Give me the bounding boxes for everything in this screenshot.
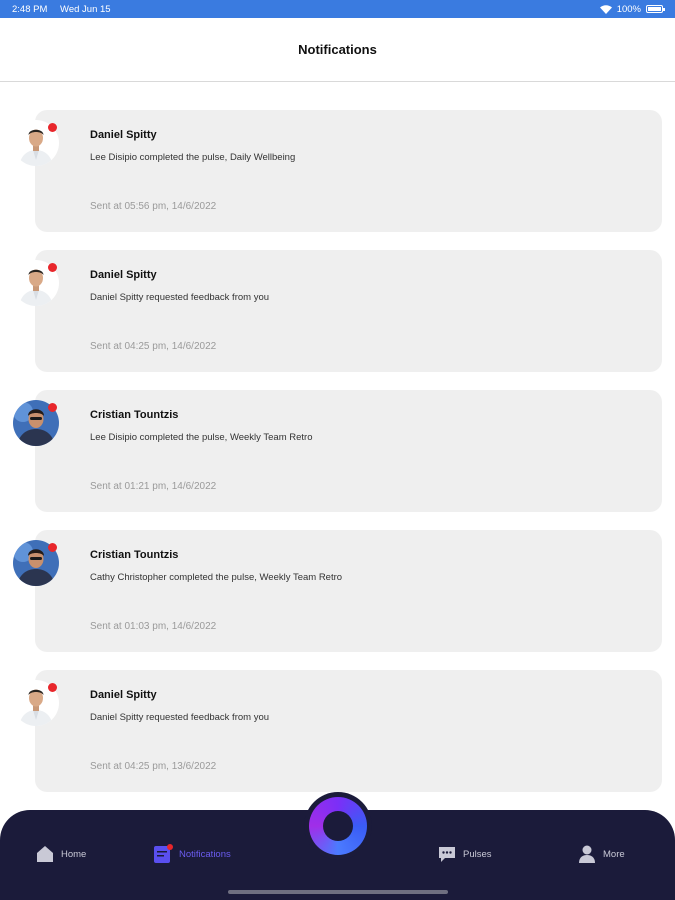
avatar bbox=[13, 540, 59, 586]
wifi-icon bbox=[599, 4, 612, 14]
notification-message: Daniel Spitty requested feedback from yo… bbox=[90, 712, 270, 723]
nav-notifications[interactable]: Notifications bbox=[153, 844, 231, 864]
page-title: Notifications bbox=[298, 42, 377, 57]
unread-dot bbox=[48, 263, 57, 272]
notification-sender: Daniel Spitty bbox=[90, 689, 157, 701]
nav-more-label: More bbox=[603, 848, 625, 860]
notification-item[interactable]: Daniel Spitty Daniel Spitty requested fe… bbox=[0, 250, 675, 372]
home-indicator bbox=[228, 890, 448, 894]
unread-dot bbox=[48, 123, 57, 132]
notification-message: Daniel Spitty requested feedback from yo… bbox=[90, 292, 270, 303]
nav-home-label: Home bbox=[61, 848, 87, 860]
unread-dot bbox=[48, 543, 57, 552]
avatar bbox=[13, 400, 59, 446]
notification-time: Sent at 01:03 pm, 14/6/2022 bbox=[90, 621, 217, 632]
notification-list[interactable]: Daniel Spitty Lee Disipio completed the … bbox=[0, 82, 675, 810]
nav-more[interactable]: More bbox=[577, 844, 625, 864]
notification-message: Lee Disipio completed the pulse, Daily W… bbox=[90, 152, 296, 163]
notification-item[interactable]: Cristian Tountzis Lee Disipio completed … bbox=[0, 390, 675, 512]
notification-sender: Daniel Spitty bbox=[90, 129, 157, 141]
notification-sender: Cristian Tountzis bbox=[90, 409, 179, 421]
nav-pulses[interactable]: Pulses bbox=[437, 844, 492, 864]
notification-icon bbox=[154, 844, 173, 863]
notification-sender: Cristian Tountzis bbox=[90, 549, 179, 561]
battery-icon bbox=[646, 5, 665, 13]
unread-dot bbox=[48, 683, 57, 692]
avatar bbox=[13, 120, 59, 166]
status-time: 2:48 PM bbox=[12, 3, 48, 15]
notification-time: Sent at 04:25 pm, 14/6/2022 bbox=[90, 341, 217, 352]
person-icon bbox=[579, 845, 595, 863]
chat-bubble-icon bbox=[439, 847, 455, 862]
unread-dot bbox=[48, 403, 57, 412]
avatar bbox=[13, 680, 59, 726]
ring-logo-icon bbox=[309, 797, 367, 855]
avatar bbox=[13, 260, 59, 306]
notification-time: Sent at 05:56 pm, 14/6/2022 bbox=[90, 201, 217, 212]
notification-item[interactable]: Daniel Spitty Lee Disipio completed the … bbox=[0, 110, 675, 232]
status-bar: 2:48 PM Wed Jun 15 100% bbox=[0, 0, 675, 18]
home-icon bbox=[37, 846, 53, 862]
nav-home[interactable]: Home bbox=[35, 844, 86, 864]
notification-item[interactable]: Daniel Spitty Daniel Spitty requested fe… bbox=[0, 670, 675, 792]
status-date: Wed Jun 15 bbox=[60, 3, 111, 15]
page-header: Notifications bbox=[0, 18, 675, 82]
notification-message: Cathy Christopher completed the pulse, W… bbox=[90, 572, 343, 583]
nav-notifications-label: Notifications bbox=[179, 848, 231, 860]
notification-sender: Daniel Spitty bbox=[90, 269, 157, 281]
center-action-button[interactable] bbox=[304, 792, 372, 860]
battery-percent: 100% bbox=[616, 3, 641, 15]
notification-time: Sent at 01:21 pm, 14/6/2022 bbox=[90, 481, 217, 492]
nav-pulses-label: Pulses bbox=[463, 848, 492, 860]
notification-time: Sent at 04:25 pm, 13/6/2022 bbox=[90, 761, 217, 772]
notification-item[interactable]: Cristian Tountzis Cathy Christopher comp… bbox=[0, 530, 675, 652]
notification-message: Lee Disipio completed the pulse, Weekly … bbox=[90, 432, 313, 443]
